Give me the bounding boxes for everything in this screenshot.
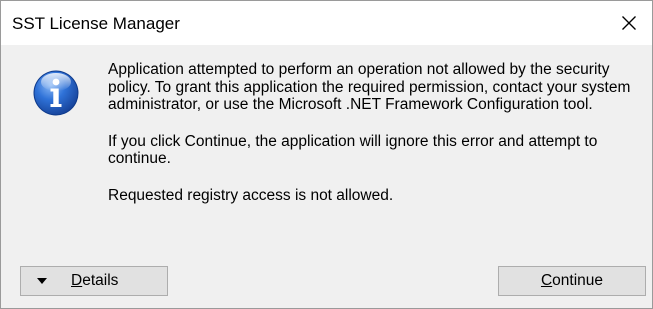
close-button[interactable]	[606, 1, 652, 45]
window-title: SST License Manager	[12, 14, 180, 33]
title-bar[interactable]: SST License Manager	[1, 1, 652, 45]
details-button[interactable]: Details	[20, 266, 168, 296]
error-dialog: SST License Manager Application attempte…	[0, 0, 653, 309]
close-icon	[622, 16, 636, 30]
continue-button-label: Continue	[540, 272, 604, 289]
continue-button[interactable]: Continue	[498, 266, 646, 296]
message-text: Application attempted to perform an oper…	[108, 61, 633, 204]
info-icon	[32, 69, 80, 117]
caret-down-icon	[37, 278, 47, 284]
message-paragraph-continue: If you click Continue, the application w…	[108, 132, 598, 168]
message-paragraph-error: Requested registry access is not allowed…	[108, 186, 394, 204]
message-paragraph-permission: Application attempted to perform an oper…	[108, 61, 631, 113]
details-button-label: Details	[71, 272, 119, 289]
